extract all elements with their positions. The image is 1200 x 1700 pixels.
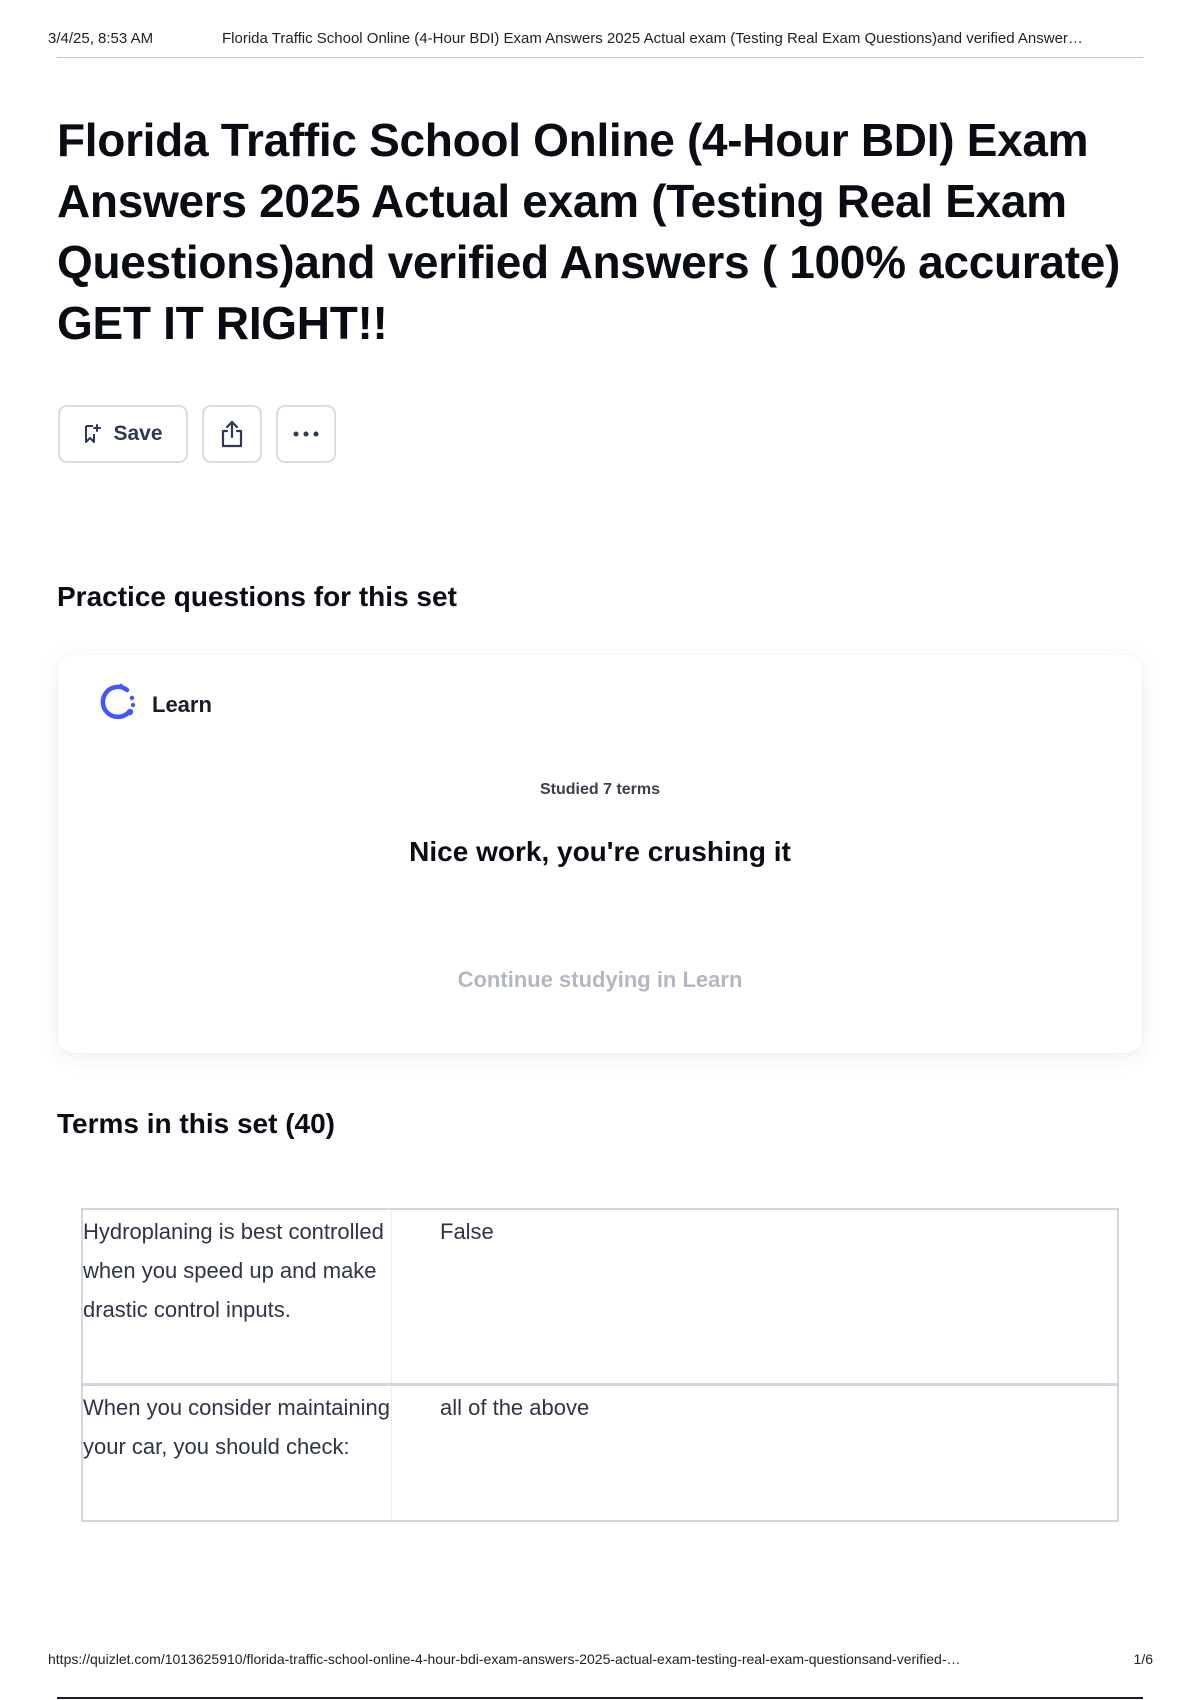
- save-button[interactable]: Save: [58, 405, 188, 463]
- bookmark-icon: [83, 424, 102, 444]
- practice-heading: Practice questions for this set: [57, 581, 457, 612]
- page-indicator: 1/6: [1133, 1651, 1153, 1667]
- learn-icon: [96, 681, 138, 728]
- studied-terms-count: Studied 7 terms: [539, 781, 661, 798]
- share-button[interactable]: [202, 405, 262, 463]
- term-text: When you consider maintaining your car, …: [83, 1386, 392, 1520]
- learn-mode: Learn: [96, 681, 212, 728]
- table-row: When you consider maintaining your car, …: [81, 1384, 1119, 1522]
- more-options-button[interactable]: [276, 405, 336, 463]
- terms-table: Hydroplaning is best controlled when you…: [81, 1208, 1119, 1522]
- terms-heading: Terms in this set (40): [57, 1108, 336, 1139]
- set-actions: Save: [58, 405, 336, 463]
- definition-text: False: [440, 1219, 494, 1244]
- share-icon: [219, 420, 245, 448]
- print-datetime: 3/4/25, 8:53 AM: [48, 30, 154, 47]
- term-text: Hydroplaning is best controlled when you…: [83, 1210, 392, 1383]
- learn-mode-label: Learn: [152, 691, 212, 717]
- print-doc-title: Florida Traffic School Online (4-Hour BD…: [222, 30, 1083, 47]
- footer-divider: [57, 1697, 1143, 1699]
- learn-card[interactable]: Learn Studied 7 terms Nice work, you're …: [58, 655, 1142, 1053]
- print-header: 3/4/25, 8:53 AM Florida Traffic School O…: [48, 30, 1148, 47]
- continue-learn-link[interactable]: Continue studying in Learn: [58, 967, 1142, 993]
- print-url: https://quizlet.com/1013625910/florida-t…: [48, 1651, 961, 1667]
- table-row: Hydroplaning is best controlled when you…: [81, 1208, 1119, 1385]
- encouragement-message: Nice work, you're crushing it: [409, 836, 791, 867]
- more-icon: [292, 430, 320, 438]
- page-title: Florida Traffic School Online (4-Hour BD…: [57, 114, 1121, 349]
- definition-text: all of the above: [440, 1395, 590, 1420]
- header-divider: [57, 57, 1143, 58]
- print-footer: https://quizlet.com/1013625910/florida-t…: [48, 1651, 1153, 1667]
- save-label: Save: [113, 422, 163, 445]
